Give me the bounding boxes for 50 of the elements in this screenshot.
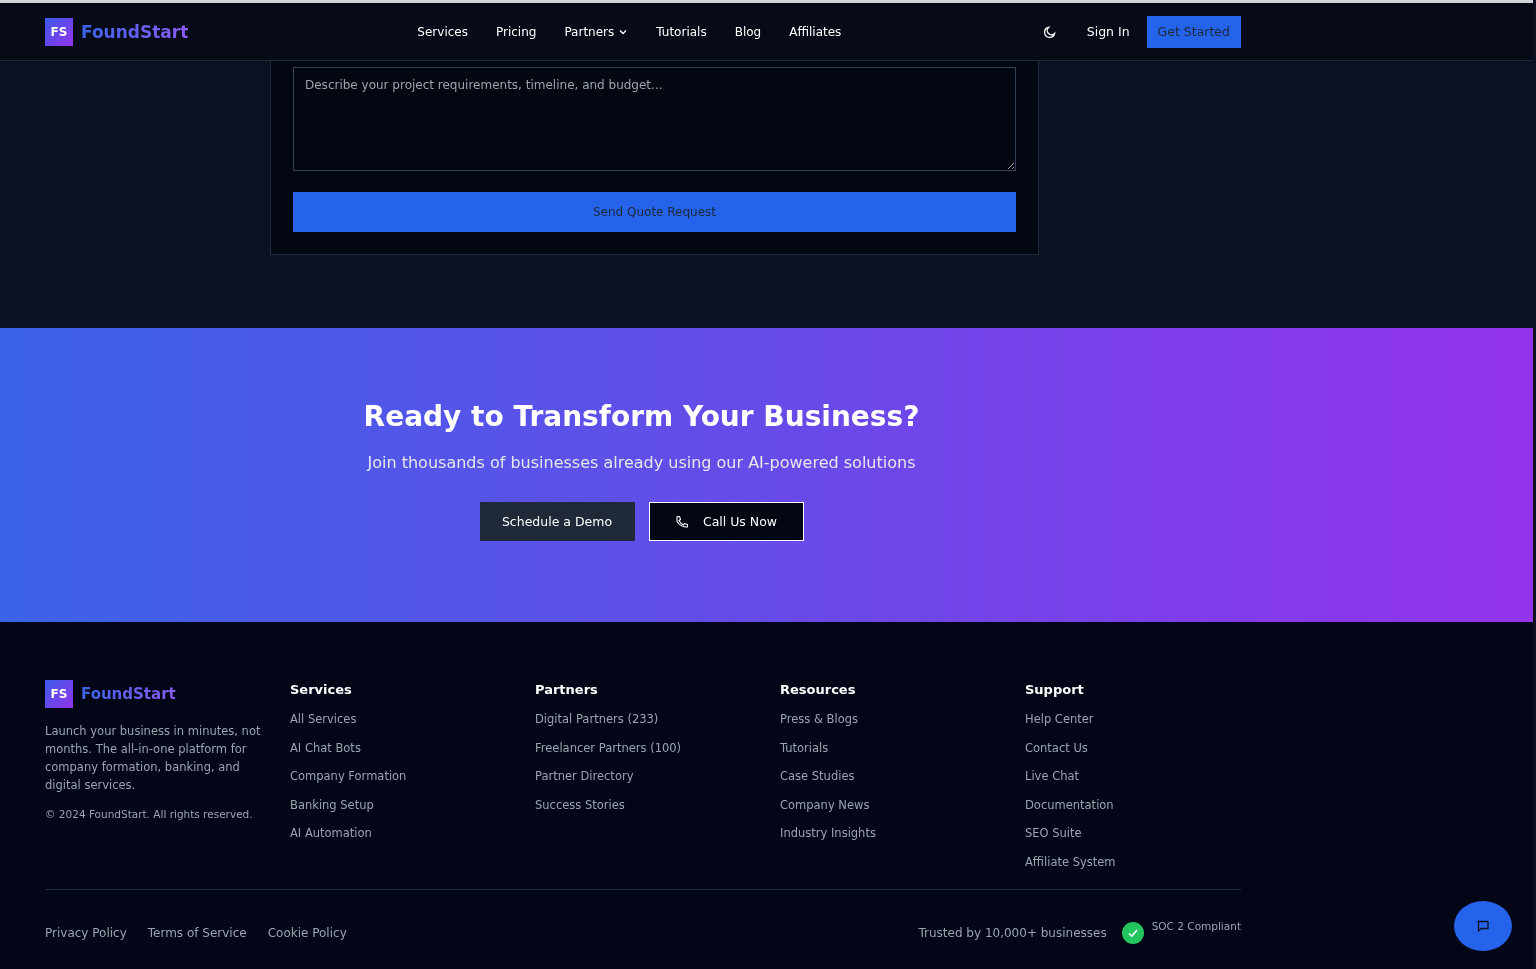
schedule-demo-button[interactable]: Schedule a Demo: [479, 502, 635, 541]
footer-link[interactable]: Help Center: [1025, 711, 1270, 727]
nav-link[interactable]: Services: [417, 24, 468, 39]
footer-link[interactable]: Digital Partners (233): [535, 711, 780, 727]
footer-link[interactable]: Partner Directory: [535, 768, 780, 785]
nav-link[interactable]: Partners: [564, 24, 629, 39]
footer-heading: Support: [1025, 682, 1085, 697]
moon-icon[interactable]: [1042, 24, 1057, 39]
footer-link[interactable]: SEO Suite: [1025, 825, 1270, 842]
logo-mark[interactable]: FS: [45, 17, 73, 46]
sign-in-link[interactable]: Sign In: [1086, 24, 1130, 39]
nav-link[interactable]: Pricing: [495, 24, 537, 39]
check-icon: [1121, 921, 1144, 944]
nav-link[interactable]: Tutorials: [656, 24, 707, 39]
nav-link[interactable]: Affiliates: [789, 24, 842, 39]
footer-link[interactable]: Tutorials: [780, 739, 1025, 756]
compliance-label: SOC 2 Compliant: [1151, 919, 1241, 932]
footer-link[interactable]: Success Stories: [535, 796, 780, 813]
footer-link[interactable]: Case Studies: [780, 768, 1025, 785]
footer-link[interactable]: AI Chat Bots: [290, 739, 535, 756]
footer-link[interactable]: Live Chat: [1025, 768, 1270, 785]
logo-mark[interactable]: FS: [45, 680, 73, 708]
phone-icon: [674, 514, 689, 529]
footer-link[interactable]: Company Formation: [290, 768, 535, 785]
cta-subtitle: Join thousands of businesses already using our AI-powered solutions: [367, 453, 916, 472]
footer-link[interactable]: Documentation: [1025, 796, 1270, 813]
footer-link[interactable]: Affiliate System: [1025, 853, 1270, 870]
trusted-text: Trusted by 10,000+ businesses: [918, 925, 1107, 940]
footer-link[interactable]: Banking Setup: [290, 796, 535, 813]
footer-link[interactable]: Press & Blogs: [780, 711, 1025, 727]
legal-link[interactable]: Terms of Service: [147, 925, 247, 940]
footer-link[interactable]: Freelancer Partners (100): [535, 739, 780, 756]
legal-link[interactable]: Cookie Policy: [267, 925, 347, 940]
chat-icon: [1476, 919, 1490, 933]
footer-link[interactable]: All Services: [290, 711, 535, 727]
footer-heading: Services: [290, 682, 353, 697]
footer-link[interactable]: Company News: [780, 796, 1025, 813]
chat-button[interactable]: [1454, 901, 1512, 951]
footer-link[interactable]: Contact Us: [1025, 739, 1270, 756]
footer-heading: Resources: [780, 682, 857, 697]
call-button[interactable]: Call Us Now: [648, 502, 804, 541]
project-details-field[interactable]: Describe your project requirements, timeline, and budget...: [293, 67, 1016, 171]
footer-link[interactable]: Industry Insights: [780, 825, 1025, 842]
nav-link[interactable]: Blog: [734, 24, 762, 39]
legal-link[interactable]: Privacy Policy: [45, 925, 127, 940]
footer-heading: Partners: [535, 682, 599, 697]
cta-title: Ready to Transform Your Business?: [363, 400, 920, 433]
copyright-text: © 2024 FoundStart. All rights reserved.: [45, 808, 254, 820]
footer-link[interactable]: AI Automation: [290, 825, 535, 842]
company-description: Launch your business in minutes, not months. The all-in-one platform for company formation, banking, and digital services.: [45, 723, 262, 794]
